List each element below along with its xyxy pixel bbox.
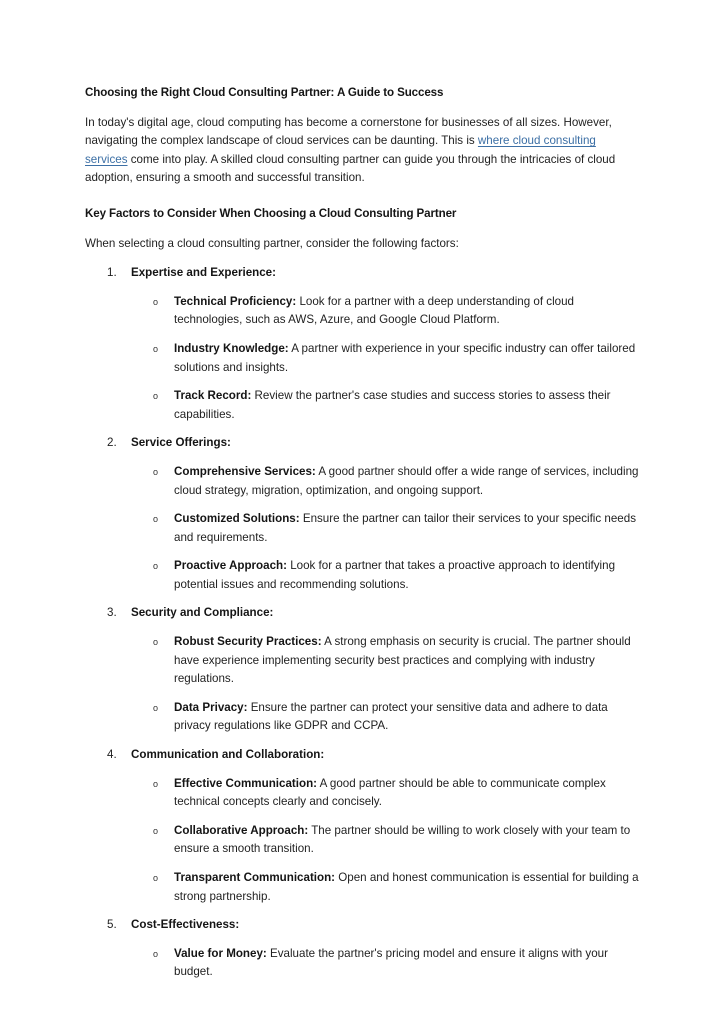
factor-heading: 3. Security and Compliance: [85, 604, 640, 623]
list-item: o Robust Security Practices: A strong emp… [85, 633, 640, 689]
bullet-circle-icon: o [153, 514, 159, 525]
sub-item-term: Industry Knowledge: [174, 341, 289, 355]
list-item: o Industry Knowledge: A partner with expe… [85, 340, 640, 377]
bullet-circle-icon: o [153, 391, 159, 402]
list-item: 5. Cost-Effectiveness: o Value for Money: … [85, 916, 640, 982]
list-item: o Data Privacy: Ensure the partner can pr… [85, 699, 640, 736]
key-factors-list: 1. Expertise and Experience: o Technical P… [85, 264, 640, 982]
factor-title: Security and Compliance: [131, 606, 274, 620]
factor-title: Communication and Collaboration: [131, 748, 325, 762]
bullet-circle-icon: o [153, 466, 159, 477]
factor-number: 5. [107, 918, 117, 932]
factor-sub-list: o Effective Communication: A good partner… [85, 775, 640, 907]
bullet-circle-icon: o [153, 873, 159, 883]
sub-item-term: Value for Money: [174, 946, 267, 960]
list-item: o Proactive Approach: Look for a partner … [85, 557, 640, 594]
list-item: 1. Expertise and Experience: o Technical P… [85, 264, 640, 424]
factor-sub-list: o Comprehensive Services: A good partner … [85, 463, 640, 595]
list-item: 4. Communication and Collaboration: o Effe… [85, 746, 640, 906]
list-item: o Transparent Communication: Open and hon… [85, 869, 640, 906]
list-item: o Comprehensive Services: A good partner … [85, 463, 640, 500]
factor-number: 4. [107, 748, 117, 762]
bullet-circle-icon: o [153, 825, 159, 836]
factor-sub-list: o Robust Security Practices: A strong emp… [85, 633, 640, 736]
sub-item-term: Data Privacy: [174, 700, 248, 714]
intro-text-after-link: come into play. A skilled cloud consulti… [85, 152, 616, 185]
section-intro-paragraph: When selecting a cloud consulting partne… [85, 236, 459, 250]
factor-title: Service Offerings: [131, 436, 231, 450]
bullet-circle-icon: o [153, 637, 159, 648]
sub-item-term: Effective Communication: [174, 776, 318, 790]
list-item: o Collaborative Approach: The partner sho… [85, 822, 640, 859]
factor-number: 2. [107, 436, 117, 450]
sub-item-term: Technical Proficiency: [174, 294, 297, 308]
list-item: o Track Record: Review the partner's case… [85, 387, 640, 424]
factor-heading: 5. Cost-Effectiveness: [85, 916, 640, 935]
factor-title: Expertise and Experience: [131, 266, 276, 280]
sub-item-term: Customized Solutions: [174, 512, 300, 526]
factor-title: Cost-Effectiveness: [131, 918, 240, 932]
document-title: Choosing the Right Cloud Consulting Part… [85, 86, 444, 99]
factor-number: 3. [107, 606, 117, 620]
factor-heading: 4. Communication and Collaboration: [85, 746, 640, 765]
bullet-circle-icon: o [153, 296, 159, 307]
sub-item-term: Comprehensive Services: [174, 464, 316, 478]
list-item: 2. Service Offerings: o Comprehensive Serv… [85, 434, 640, 594]
sub-item-term: Track Record: [174, 389, 252, 403]
factor-number: 1. [107, 266, 117, 280]
list-item: o Technical Proficiency: Look for a partn… [85, 293, 640, 330]
sub-item-term: Collaborative Approach: [174, 823, 309, 837]
factor-sub-list: o Value for Money: Evaluate the partner's… [85, 945, 640, 982]
sub-item-term: Robust Security Practices: [174, 635, 322, 649]
list-item: o Value for Money: Evaluate the partner's… [85, 945, 640, 982]
factor-heading: 1. Expertise and Experience: [85, 264, 640, 283]
factor-heading: 2. Service Offerings: [85, 434, 640, 453]
bullet-circle-icon: o [153, 778, 159, 789]
bullet-circle-icon: o [153, 948, 159, 959]
sub-item-term: Transparent Communication: [174, 871, 336, 884]
list-item: o Customized Solutions: Ensure the partne… [85, 510, 640, 547]
section-heading: Key Factors to Consider When Choosing a … [85, 206, 457, 220]
bullet-circle-icon: o [153, 702, 159, 713]
factor-sub-list: o Technical Proficiency: Look for a partn… [85, 293, 640, 425]
list-item: o Effective Communication: A good partner… [85, 775, 640, 812]
intro-paragraph: In today's digital age, cloud computing … [85, 114, 640, 188]
sub-item-term: Proactive Approach: [174, 559, 287, 573]
document-body: Choosing the Right Cloud Consulting Part… [85, 84, 640, 982]
bullet-circle-icon: o [153, 561, 159, 572]
document-page: Choosing the Right Cloud Consulting Part… [0, 0, 720, 1018]
list-item: 3. Security and Compliance: o Robust Secur… [85, 604, 640, 736]
bullet-circle-icon: o [153, 343, 159, 354]
